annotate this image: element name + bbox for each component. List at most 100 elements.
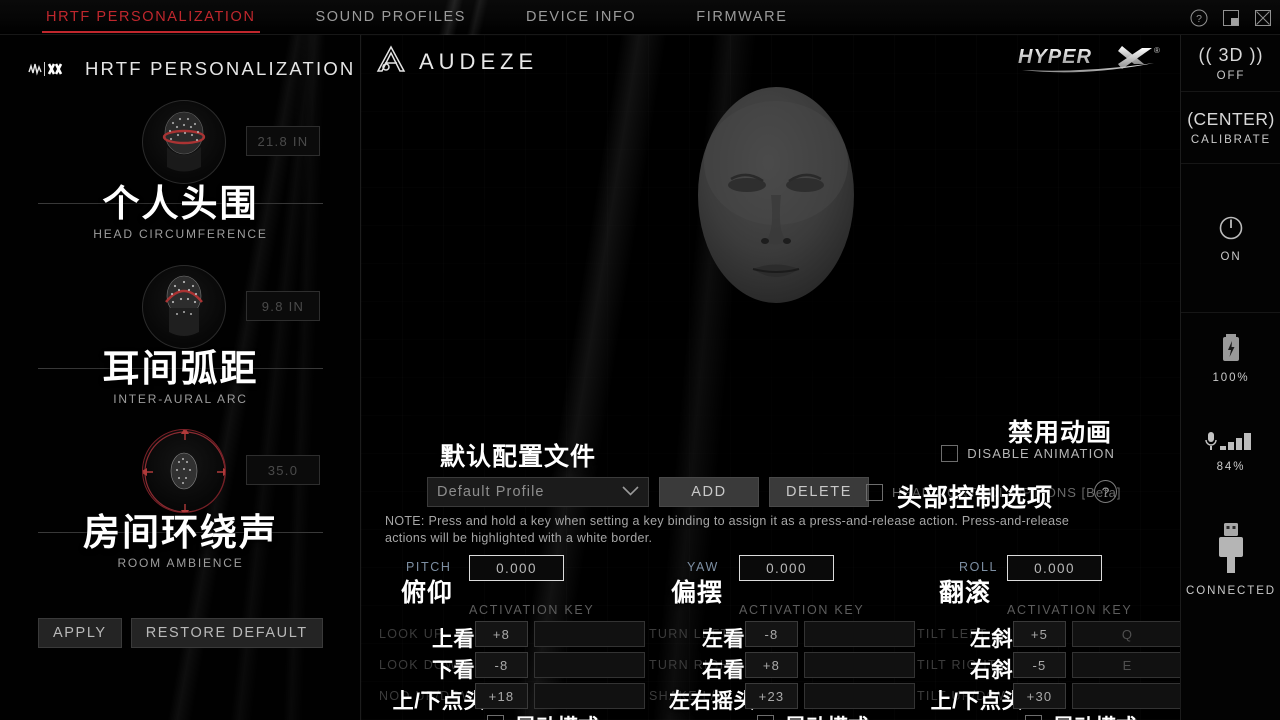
inter-aural-arc-value: 9.8 IN [246,291,320,321]
binding-amount[interactable]: -8 [745,621,798,647]
pitch-shake-mode-row [487,715,504,720]
binding-key[interactable]: Q [1072,621,1180,647]
axis-roll-rows: TILT LEFT 左斜 +5 Q TILT RIGHT 右斜 -5 E TIL… [917,621,1180,714]
audeze-logo-icon [375,44,407,79]
binding-label-cn: 左斜 [970,628,1013,651]
binding-label-cn: 上/下点头 [392,690,485,713]
mic-status: 84% [1181,403,1280,499]
add-profile-button[interactable]: ADD [659,477,759,507]
binding-key[interactable] [804,652,915,678]
axis-pitch-activation-key-header: ACTIVATION KEY [469,603,595,617]
binding-amount[interactable]: +8 [475,621,528,647]
usb-connector-icon [1213,522,1249,581]
binding-row: TILT RIGHT 右斜 -5 E [917,652,1180,682]
usb-state: CONNECTED [1186,584,1276,597]
binding-key[interactable] [534,652,645,678]
room-ambience-value: 35.0 [246,455,320,485]
binding-amount[interactable]: +30 [1013,683,1066,709]
binding-amount[interactable]: -8 [475,652,528,678]
microphone-level-icon [1202,430,1260,457]
left-sidebar: HRTF PERSONALIZATION 21.8 IN 个人头围 HEAD C… [0,35,361,720]
tab-hrtf-personalization[interactable]: HRTF PERSONALIZATION [42,0,260,35]
close-icon[interactable] [1254,9,1272,27]
axis-yaw-label-en: YAW [687,560,719,574]
binding-amount[interactable]: +8 [745,652,798,678]
question-mark-icon[interactable]: ? [1190,9,1208,27]
profile-row: Default Profile ADD DELETE [427,477,869,507]
tab-sound-profiles[interactable]: SOUND PROFILES [316,0,467,35]
disable-animation-row: DISABLE ANIMATION [941,445,1115,462]
power-toggle[interactable]: ON [1181,164,1280,312]
binding-key[interactable] [534,621,645,647]
binding-row: TILT UP/DOWN 上/下点头 +30 [917,683,1180,713]
binding-row: TURN LEFT 左看 -8 [649,621,915,651]
right-sidebar: (( 3D )) OFF (CENTER) CALIBRATE ON 100% … [1180,35,1280,720]
axis-yaw-label-cn: 偏摆 [671,579,724,607]
main-tabs: HRTF PERSONALIZATION SOUND PROFILES DEVI… [0,0,817,35]
tab-device-info[interactable]: DEVICE INFO [526,0,636,35]
binding-amount[interactable]: +5 [1013,621,1066,647]
binding-label-cn: 右斜 [970,659,1013,682]
waves-nx-logo-icon [28,61,76,77]
main-content: AUDEZE HYPER ® 默认配置文件 禁用动画 DISABLE ANIMA… [361,35,1180,720]
svg-text:HYPER: HYPER [1018,46,1092,68]
spatial-3d-state: OFF [1216,69,1246,82]
pitch-shake-mode-checkbox[interactable] [487,715,504,720]
binding-key[interactable] [1072,683,1180,709]
head-control-help-icon[interactable]: ? [1094,480,1117,503]
roll-shake-mode-row [1025,715,1042,720]
binding-key[interactable]: E [1072,652,1180,678]
battery-status: 100% [1181,313,1280,403]
left-panel-title: HRTF PERSONALIZATION [85,58,356,79]
profile-select[interactable]: Default Profile [427,477,649,507]
yaw-shake-mode-row [757,715,774,720]
axis-pitch-rows: LOOK UP 上看 +8 LOOK DOWN 下看 -8 NOD UP/DOW… [379,621,645,714]
tab-firmware[interactable]: FIRMWARE [696,0,787,35]
spatial-3d-toggle[interactable]: (( 3D )) OFF [1181,35,1280,92]
binding-amount[interactable]: -5 [1013,652,1066,678]
binding-key[interactable] [804,621,915,647]
center-calibrate-button[interactable]: (CENTER) CALIBRATE [1181,92,1280,164]
binding-key[interactable] [804,683,915,709]
keybinding-note: NOTE: Press and hold a key when setting … [385,514,1070,545]
binding-label-cn: 上看 [432,628,475,651]
head-circumference-label-en: HEAD CIRCUMFERENCE [93,227,268,241]
yaw-shake-mode-checkbox[interactable] [757,715,774,720]
restore-default-button[interactable]: RESTORE DEFAULT [130,618,323,648]
roll-shake-mode-checkbox[interactable] [1025,715,1042,720]
minimize-icon[interactable] [1222,9,1240,27]
axis-pitch-label-en: PITCH [406,560,452,574]
binding-amount[interactable]: +18 [475,683,528,709]
spatial-3d-title: (( 3D )) [1198,44,1264,65]
apply-button[interactable]: APPLY [38,618,122,648]
disable-animation-checkbox[interactable] [941,445,959,462]
inter-aural-arc-label-cn: 耳间弧距 [102,348,259,389]
power-state: ON [1220,250,1242,263]
svg-text:®: ® [1154,46,1160,55]
axis-roll-activation-key-header: ACTIVATION KEY [1007,603,1133,617]
axis-pitch-label-cn: 俯仰 [401,579,454,607]
waves-nx-header: HRTF PERSONALIZATION [28,58,355,80]
head-circumference-icon[interactable] [142,100,226,184]
usb-status: CONNECTED [1181,499,1280,619]
binding-key[interactable] [534,683,645,709]
delete-profile-button[interactable]: DELETE [769,477,869,507]
left-panel-buttons: APPLY RESTORE DEFAULT [38,618,323,648]
head-control-label-cn: 头部控制选项 [897,484,1054,512]
head-control-checkbox[interactable] [866,483,883,501]
battery-level: 100% [1212,371,1250,384]
axis-roll-label-cn: 翻滚 [939,579,992,607]
room-ambience-icon[interactable] [142,429,226,513]
inter-aural-arc-icon[interactable] [142,265,226,349]
axis-yaw-value: 0.000 [739,555,834,581]
binding-row: LOOK DOWN 下看 -8 [379,652,645,682]
title-bar: HRTF PERSONALIZATION SOUND PROFILES DEVI… [0,0,1280,60]
binding-row: NOD UP/DOWN 上/下点头 +18 [379,683,645,713]
mic-level: 84% [1216,460,1246,473]
binding-label-cn: 右看 [702,659,745,682]
audeze-wordmark: AUDEZE [419,48,539,74]
binding-row: TURN RIGHT 右看 +8 [649,652,915,682]
window-buttons: ? [1190,0,1272,35]
binding-amount[interactable]: +23 [745,683,798,709]
axis-pitch-value: 0.000 [469,555,564,581]
